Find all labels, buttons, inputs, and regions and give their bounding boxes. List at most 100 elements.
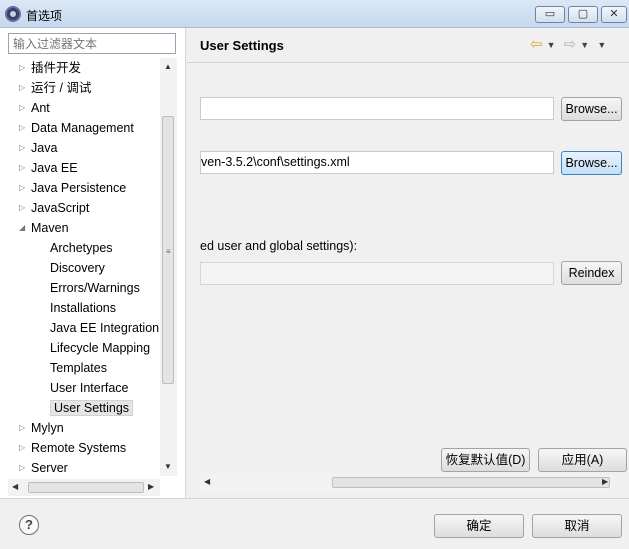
user-settings-field[interactable]: ven-3.5.2\conf\settings.xml	[200, 151, 554, 174]
scroll-left-icon[interactable]: ◀	[12, 482, 18, 491]
forward-dropdown-icon[interactable]: ▼	[580, 40, 589, 50]
tree-item-label: Java Persistence	[31, 181, 127, 195]
local-repository-caption: ed user and global settings):	[200, 239, 358, 253]
close-icon: ✕	[609, 8, 619, 20]
tree-item-label: Java EE	[31, 161, 78, 175]
help-icon[interactable]: ?	[19, 515, 39, 535]
close-button[interactable]: ✕	[601, 6, 627, 23]
tree-item-label: Java EE Integration	[50, 321, 160, 335]
expand-arrow-icon[interactable]: ▷	[19, 178, 27, 198]
tree-item-label: Archetypes	[50, 241, 113, 255]
tree-item-label: Maven	[31, 221, 69, 235]
scroll-right-icon[interactable]: ▶	[148, 482, 154, 491]
scroll-thumb[interactable]	[28, 482, 144, 493]
window-title: 首选项	[26, 9, 63, 23]
expand-arrow-icon[interactable]: ▷	[19, 98, 27, 118]
page-horizontal-scrollbar[interactable]: ◀ ▶	[200, 474, 612, 491]
tree-item-label: Remote Systems	[31, 441, 127, 455]
tree-item-label: 运行 / 调试	[31, 81, 92, 95]
scroll-left-icon[interactable]: ◀	[204, 477, 210, 486]
tree-item-label: Java	[31, 141, 58, 155]
tree-item-label: Templates	[50, 361, 107, 375]
page-title: User Settings	[200, 38, 284, 53]
tree-item-label: Server	[31, 461, 68, 475]
scroll-thumb[interactable]	[332, 477, 610, 488]
preferences-tree-panel: ▷ 插件开发 ▷ 运行 / 调试 ▷ Ant ▷ Data Management ▷ Java ▷ J…	[0, 28, 186, 498]
filter-input[interactable]	[8, 33, 176, 54]
tree-item[interactable]: ▷ Remote Systems	[19, 438, 127, 458]
expand-arrow-icon[interactable]: ▷	[19, 458, 27, 478]
header-divider	[187, 62, 629, 63]
tree-item[interactable]: ▷ Data Management	[19, 118, 134, 138]
dialog-button-bar: ? 确定 取消	[0, 498, 629, 549]
tree-item[interactable]: Lifecycle Mapping	[50, 338, 150, 358]
expand-arrow-icon[interactable]: ▷	[19, 158, 27, 178]
tree-item[interactable]: ▷ Java EE	[19, 158, 78, 178]
settings-page: User Settings ⇦ ▼ ⇨ ▼ ▼ Browse... ven-3.5.…	[187, 28, 629, 498]
cancel-button[interactable]: 取消	[532, 514, 622, 538]
tree-item-label: JavaScript	[31, 201, 90, 215]
scroll-right-icon[interactable]: ▶	[602, 477, 608, 486]
back-arrow-icon[interactable]: ⇦	[530, 35, 543, 53]
expand-arrow-icon[interactable]: ▷	[19, 58, 27, 78]
tree-item-label: Installations	[50, 301, 117, 315]
back-dropdown-icon[interactable]: ▼	[547, 40, 556, 50]
tree-item[interactable]: User Settings	[50, 398, 134, 418]
tree-item[interactable]: ▷ Java	[19, 138, 58, 158]
expand-arrow-icon[interactable]: ▷	[19, 438, 27, 458]
tree-item-label: Discovery	[50, 261, 105, 275]
scroll-down-icon[interactable]: ▼	[164, 462, 172, 471]
collapse-arrow-icon[interactable]: ◢	[19, 218, 27, 238]
reindex-button[interactable]: Reindex	[561, 261, 622, 285]
tree-item[interactable]: ▷ Mylyn	[19, 418, 64, 438]
tree-item-label: Lifecycle Mapping	[50, 341, 151, 355]
maximize-button[interactable]: ▢	[568, 6, 598, 23]
tree-horizontal-scrollbar[interactable]: ◀ ▶	[8, 479, 160, 496]
ok-button[interactable]: 确定	[434, 514, 524, 538]
tree-item[interactable]: ▷ 插件开发	[19, 58, 82, 78]
scroll-thumb[interactable]: ≡	[162, 116, 174, 384]
tree-vertical-scrollbar[interactable]: ▲ ≡ ▼	[160, 58, 177, 476]
eclipse-app-icon	[5, 6, 21, 22]
tree-item-label: 插件开发	[31, 61, 82, 75]
tree-item-label: User Settings	[50, 400, 134, 416]
tree-item[interactable]: User Interface	[50, 378, 129, 398]
tree-item[interactable]: Installations	[50, 298, 116, 318]
title-bar: 首选项 ▭ ▢ ✕	[0, 0, 629, 28]
tree-item-label: Errors/Warnings	[50, 281, 140, 295]
tree-item[interactable]: Errors/Warnings	[50, 278, 140, 298]
tree-item-label: Ant	[31, 101, 50, 115]
tree-item[interactable]: Templates	[50, 358, 107, 378]
tree-item[interactable]: ▷ JavaScript	[19, 198, 90, 218]
tree-item[interactable]: ▷ Ant	[19, 98, 50, 118]
restore-defaults-button[interactable]: 恢复默认值(D)	[441, 448, 530, 472]
preferences-tree: ▷ 插件开发 ▷ 运行 / 调试 ▷ Ant ▷ Data Management ▷ Java ▷ J…	[0, 58, 160, 478]
tree-item[interactable]: Discovery	[50, 258, 105, 278]
expand-arrow-icon[interactable]: ▷	[19, 78, 27, 98]
tree-item[interactable]: ▷ Java Persistence	[19, 178, 127, 198]
local-repository-field	[200, 262, 554, 285]
tree-item[interactable]: Archetypes	[50, 238, 113, 258]
global-settings-field[interactable]	[200, 97, 554, 120]
expand-arrow-icon[interactable]: ▷	[19, 118, 27, 138]
tree-item[interactable]: ◢ Maven	[19, 218, 69, 238]
apply-button[interactable]: 应用(A)	[538, 448, 627, 472]
tree-item-label: Mylyn	[31, 421, 64, 435]
minimize-icon: ▭	[544, 8, 556, 20]
expand-arrow-icon[interactable]: ▷	[19, 198, 27, 218]
tree-item[interactable]: Java EE Integration	[50, 318, 159, 338]
global-browse-button[interactable]: Browse...	[561, 97, 622, 121]
tree-item[interactable]: ▷ Server	[19, 458, 68, 478]
expand-arrow-icon[interactable]: ▷	[19, 138, 27, 158]
page-navigation: ⇦ ▼ ⇨ ▼ ▼	[530, 35, 610, 53]
tree-item[interactable]: ▷ 运行 / 调试	[19, 78, 92, 98]
scroll-up-icon[interactable]: ▲	[164, 62, 172, 71]
view-menu-icon[interactable]: ▼	[597, 40, 606, 50]
grip-icon: ≡	[166, 247, 171, 256]
maximize-icon: ▢	[577, 8, 589, 20]
tree-item-label: User Interface	[50, 381, 129, 395]
user-browse-button[interactable]: Browse...	[561, 151, 622, 175]
expand-arrow-icon[interactable]: ▷	[19, 418, 27, 438]
forward-arrow-icon[interactable]: ⇨	[564, 35, 577, 53]
minimize-button[interactable]: ▭	[535, 6, 565, 23]
